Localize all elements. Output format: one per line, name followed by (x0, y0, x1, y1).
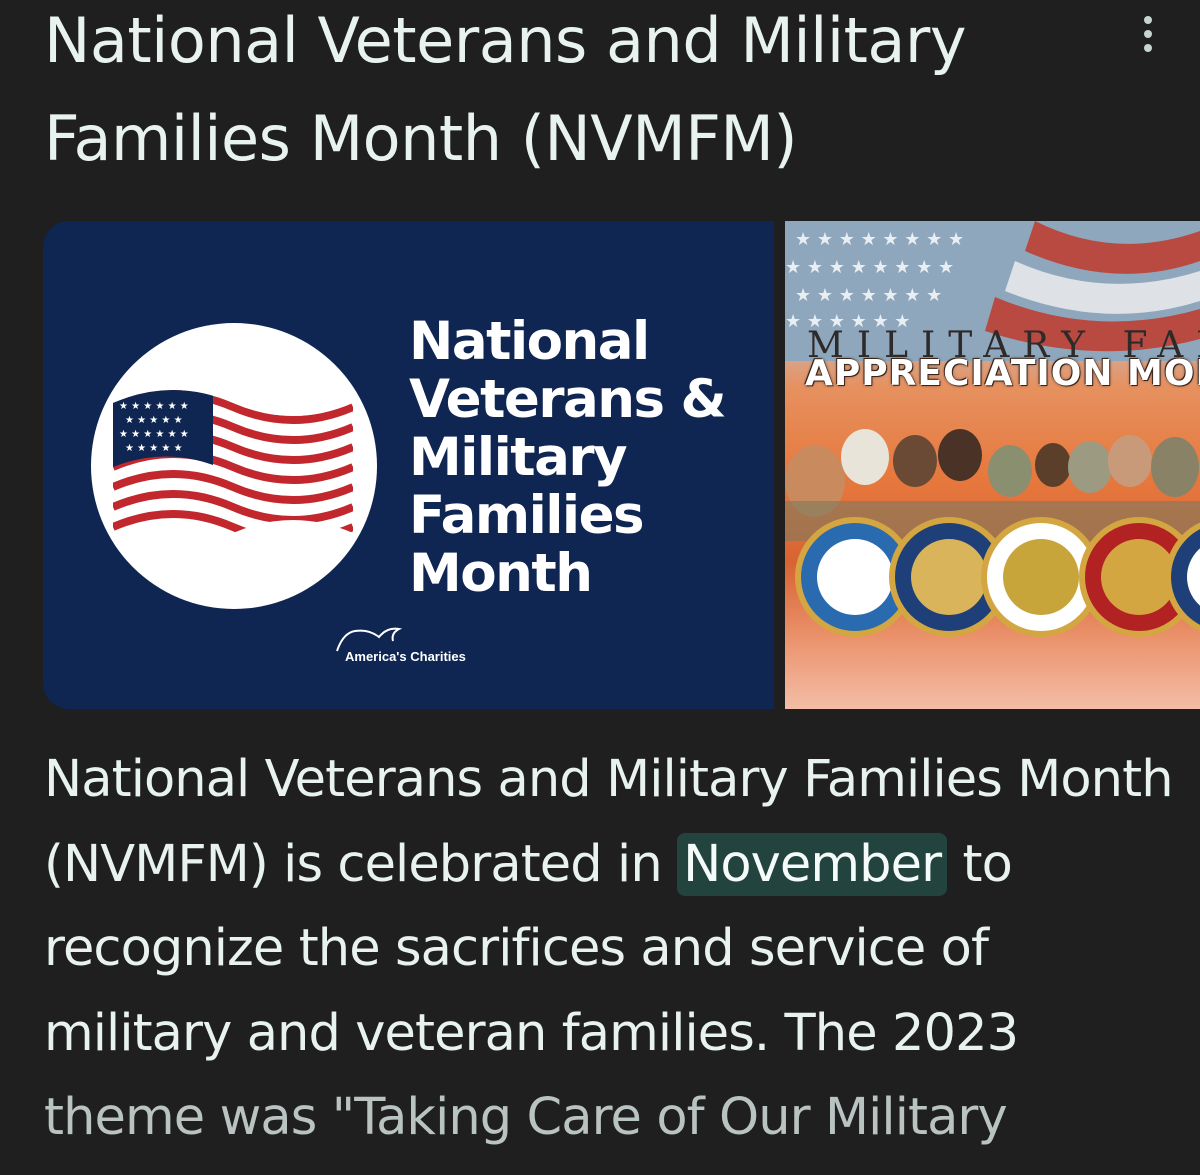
svg-text:★ ★ ★ ★ ★ ★ ★: ★ ★ ★ ★ ★ ★ ★ (795, 285, 942, 306)
banner-title-bottom: APPRECIATION MON (805, 353, 1200, 394)
description-faded-line: theme was "Taking Care of Our Military (44, 1088, 1008, 1147)
flag-circle: ★ ★ ★ ★ ★ ★ ★ ★ ★ ★ ★ ★ ★ ★ ★ ★ ★ ★ ★ ★ … (91, 323, 377, 609)
americas-charities-logo: America's Charities (333, 623, 466, 664)
svg-text:★ ★ ★ ★ ★: ★ ★ ★ ★ ★ (125, 415, 183, 426)
image-carousel[interactable]: ★ ★ ★ ★ ★ ★ ★ ★ ★ ★ ★ ★ ★ ★ ★ ★ ★ ★ ★ ★ … (43, 221, 1200, 709)
american-flag-icon: ★ ★ ★ ★ ★ ★ ★ ★ ★ ★ ★ ★ ★ ★ ★ ★ ★ ★ ★ ★ … (113, 390, 353, 546)
page-title: National Veterans and Military Families … (44, 4, 967, 175)
svg-text:★ ★ ★ ★ ★ ★: ★ ★ ★ ★ ★ ★ (119, 401, 189, 412)
description-text: National Veterans and Military Families … (44, 738, 1184, 1161)
nvmfm-graphic-text: National Veterans & Military Families Mo… (409, 311, 727, 604)
americas-charities-label: America's Charities (345, 649, 466, 664)
more-options-button[interactable] (1128, 10, 1168, 58)
svg-text:★ ★ ★ ★ ★ ★ ★ ★: ★ ★ ★ ★ ★ ★ ★ ★ (785, 257, 954, 278)
svg-text:★ ★ ★ ★ ★ ★ ★ ★: ★ ★ ★ ★ ★ ★ ★ ★ (795, 229, 964, 250)
image-military-family-appreciation[interactable]: ★ ★ ★ ★ ★ ★ ★ ★ ★ ★ ★ ★ ★ ★ ★ ★ ★ ★ ★ ★ … (785, 221, 1200, 709)
image-nvmfm-graphic[interactable]: ★ ★ ★ ★ ★ ★ ★ ★ ★ ★ ★ ★ ★ ★ ★ ★ ★ ★ ★ ★ … (43, 221, 774, 709)
highlighted-month: November (677, 832, 948, 896)
search-result-panel: National Veterans and Military Families … (0, 0, 1200, 1175)
svg-text:★ ★ ★ ★ ★ ★: ★ ★ ★ ★ ★ ★ (119, 429, 189, 440)
svg-text:★ ★ ★ ★ ★: ★ ★ ★ ★ ★ (125, 443, 183, 454)
more-vertical-icon (1144, 16, 1152, 24)
